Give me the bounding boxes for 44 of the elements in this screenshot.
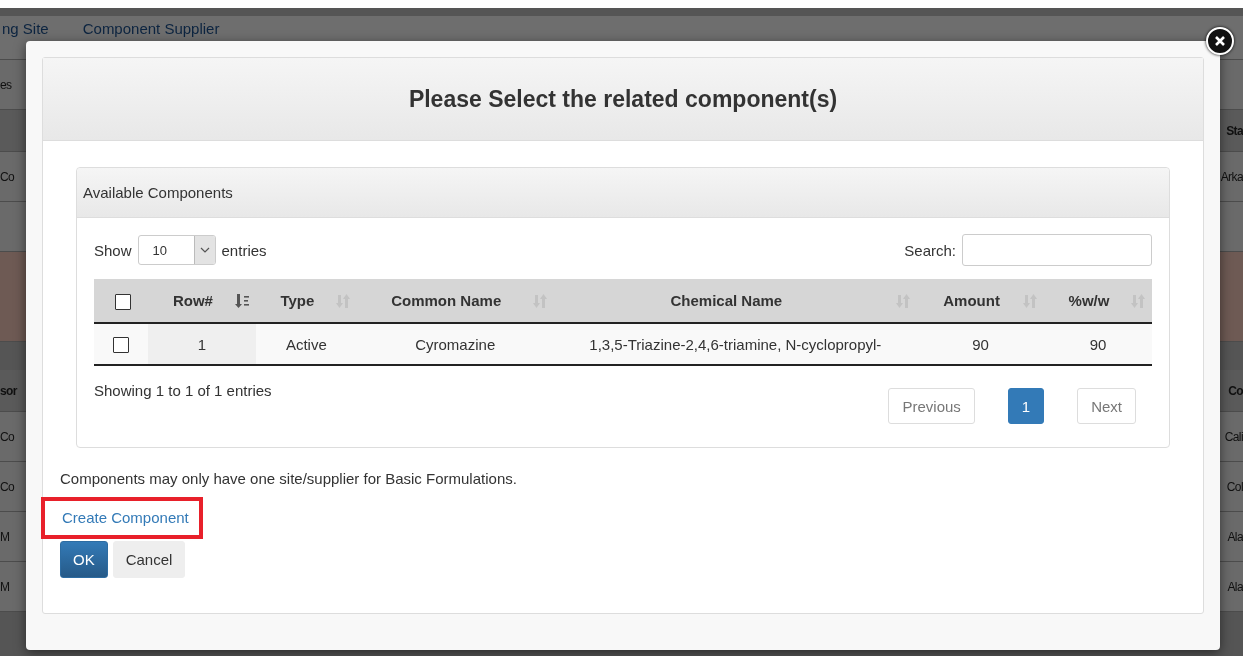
table-cell: 1,3,5-Triazine-2,4,6-triamine, N-cyclopropyl-: [553, 323, 918, 365]
select-all-checkbox[interactable]: [114, 293, 131, 310]
show-label: Show: [94, 241, 132, 259]
cancel-button[interactable]: Cancel: [112, 541, 186, 578]
column-header[interactable]: Row#: [147, 279, 256, 323]
background-text: M: [0, 579, 10, 594]
sort-icon: [233, 292, 250, 309]
background-text: sor: [0, 383, 17, 398]
note-text: Components may only have one site/supplier for Basic Formulations.: [60, 470, 518, 487]
search-label: Search:: [904, 241, 956, 259]
column-header[interactable]: Chemical Name: [553, 279, 918, 323]
caret-icon: [199, 247, 210, 253]
dialog-title: Please Select the related component(s): [408, 85, 838, 113]
entries-label: entries: [221, 241, 267, 259]
entries-select[interactable]: 10: [137, 235, 216, 265]
column-header[interactable]: %w/w: [1044, 279, 1152, 323]
column-header[interactable]: Amount: [917, 279, 1044, 323]
background-text: Ala: [1227, 579, 1243, 594]
background-text: Sta: [1226, 123, 1243, 138]
column-header[interactable]: Type: [255, 279, 357, 323]
page-button[interactable]: 1: [1007, 388, 1045, 424]
background-text: M: [0, 529, 10, 544]
table-cell: 90: [1044, 323, 1152, 365]
background-text: Co: [0, 169, 15, 184]
background-text: es: [0, 77, 12, 92]
table-cell: 90: [917, 323, 1044, 365]
background-text: Cali: [1224, 429, 1243, 444]
background-text: Co: [0, 429, 15, 444]
column-header[interactable]: Common Name: [356, 279, 554, 323]
close-icon: [1214, 35, 1226, 47]
panel-title: Available Components: [83, 184, 233, 201]
table-cell: Active: [255, 323, 357, 365]
background-text: Col: [1226, 479, 1243, 494]
ok-button[interactable]: OK: [60, 541, 108, 578]
background-text: Arka: [1220, 169, 1243, 184]
background-text: Ala: [1227, 529, 1243, 544]
create-component-link[interactable]: Create Component: [62, 509, 189, 526]
table-cell: Cyromazine: [356, 323, 554, 365]
table-info: Showing 1 to 1 of 1 entries: [94, 382, 272, 399]
table-cell: 1: [147, 323, 256, 365]
background-text: Co: [0, 479, 15, 494]
search-field[interactable]: [962, 234, 1152, 266]
background-text: Co: [1228, 383, 1243, 398]
row-checkbox[interactable]: [112, 337, 129, 353]
